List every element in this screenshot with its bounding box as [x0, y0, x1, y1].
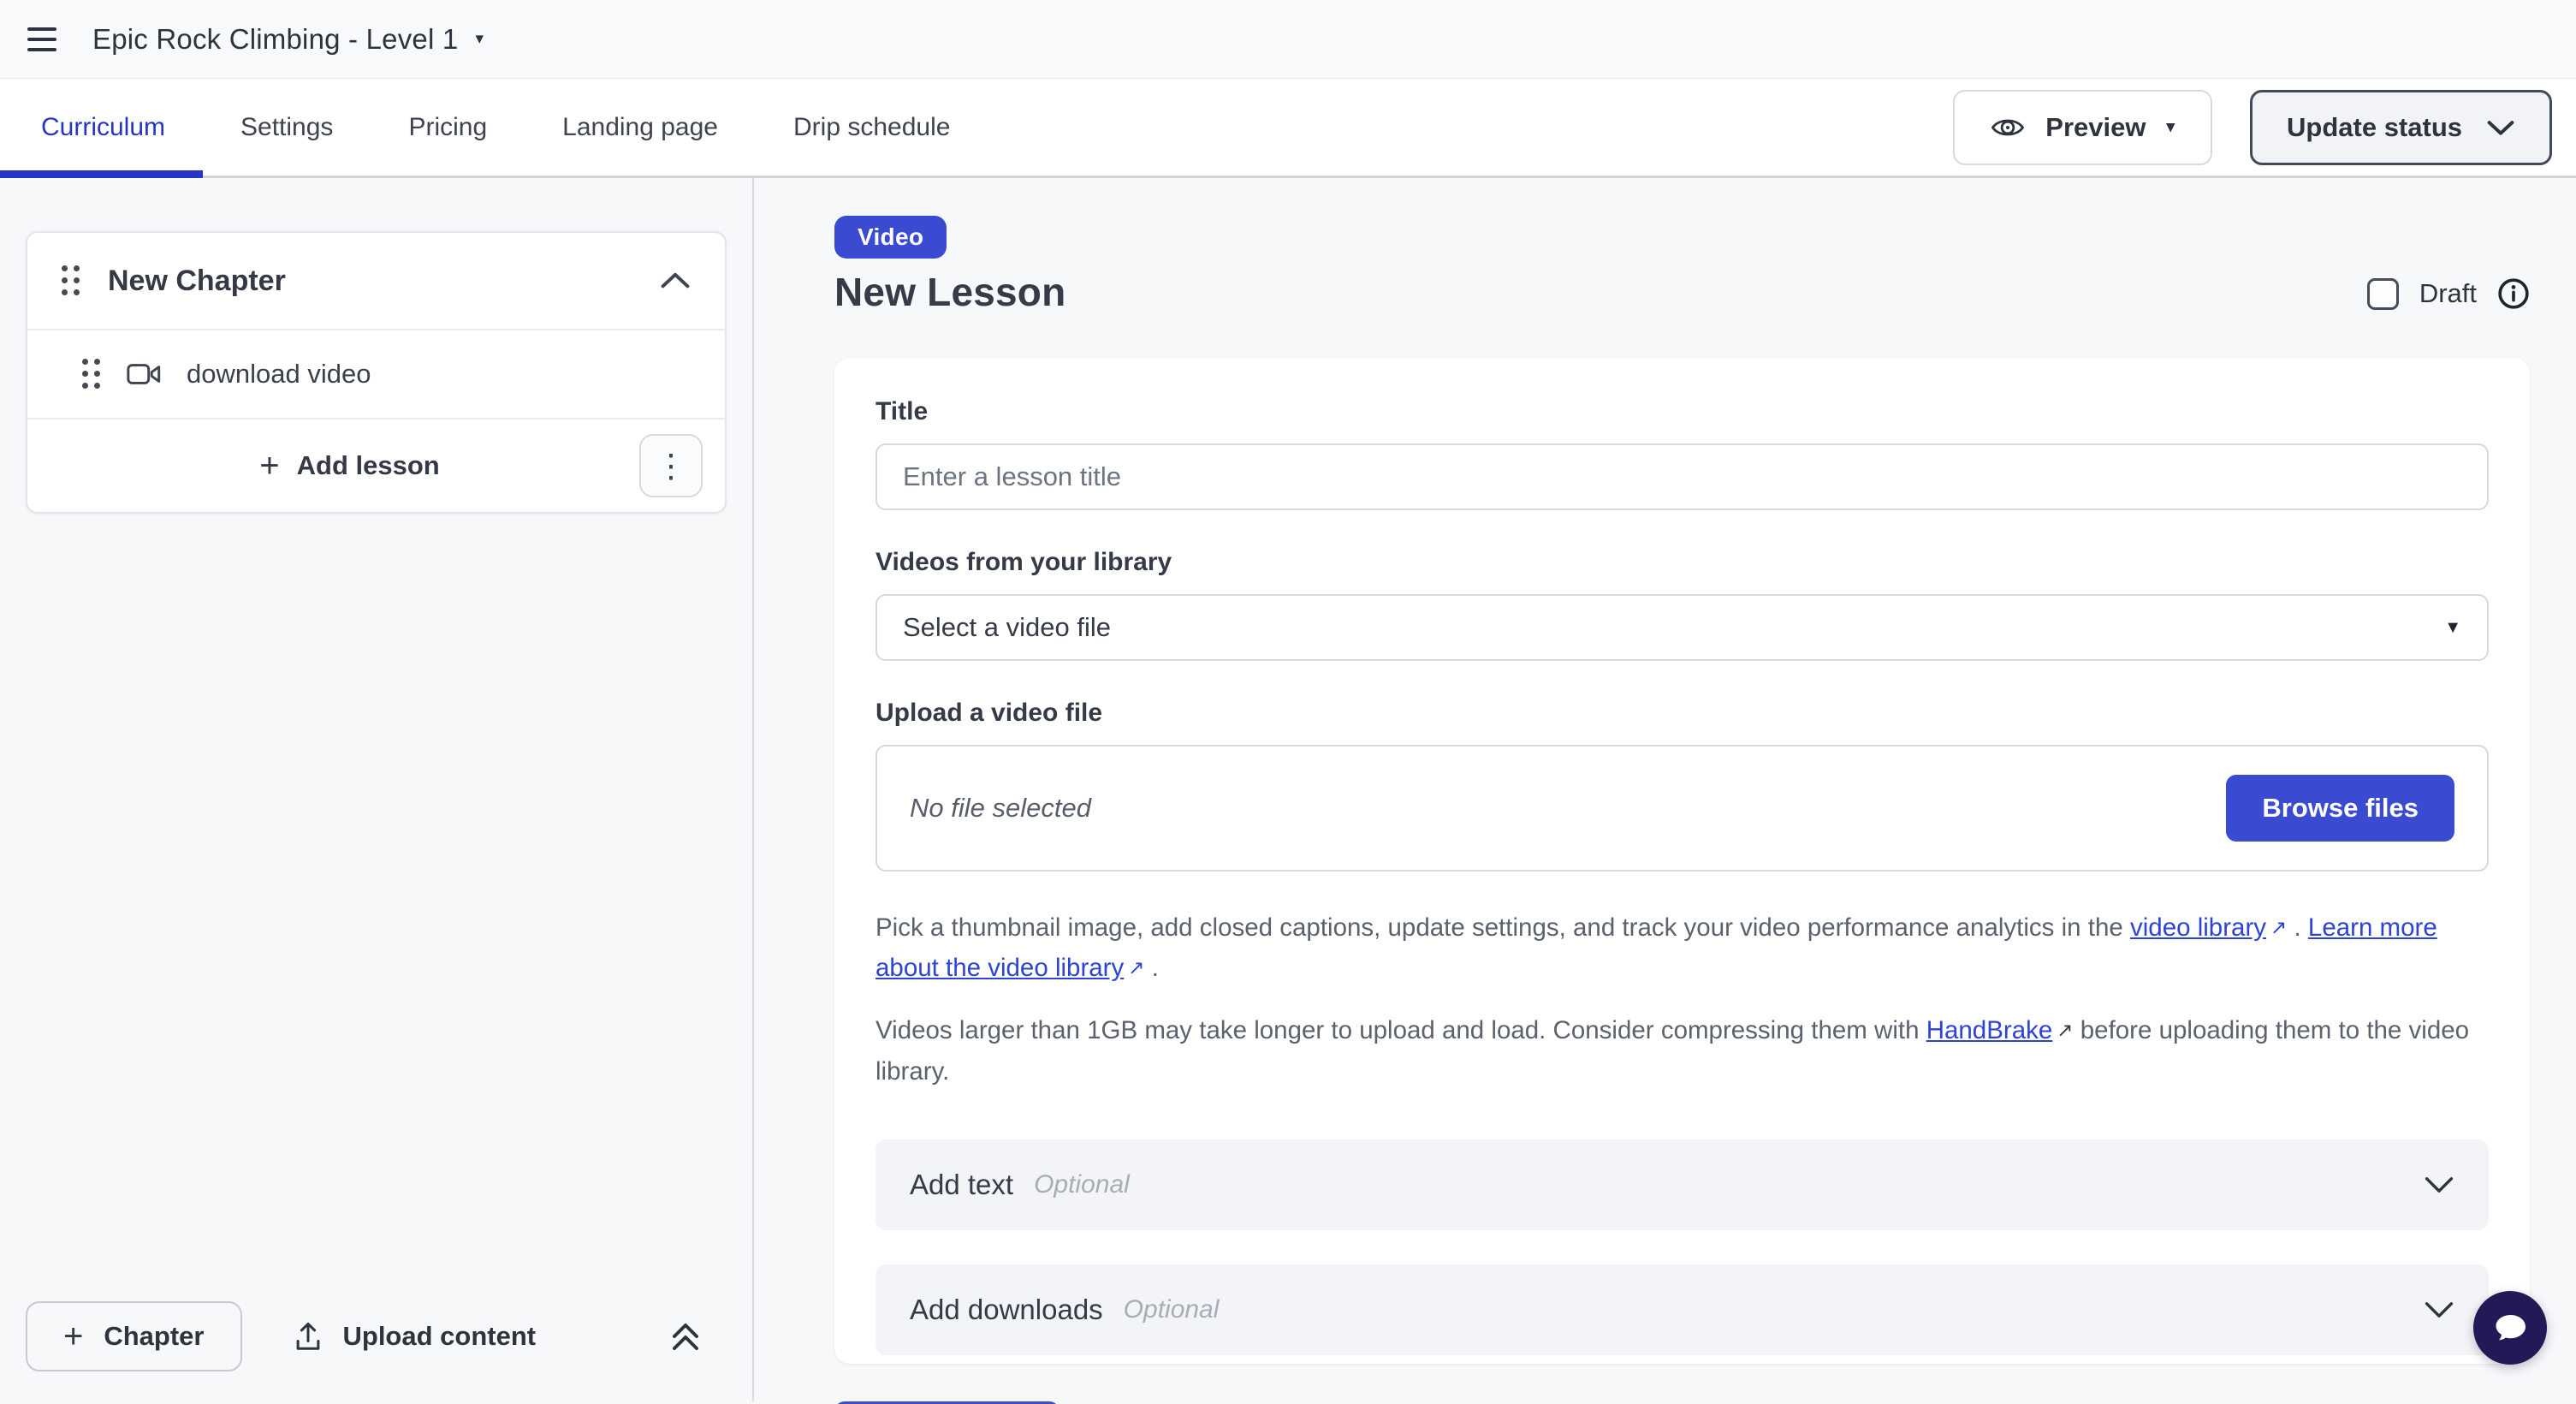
plus-icon: +	[63, 1319, 83, 1353]
draft-checkbox[interactable]	[2367, 278, 2399, 310]
video-library-selected-value: Select a video file	[903, 612, 1111, 643]
external-link-icon: ↗	[2270, 912, 2287, 943]
upload-content-button[interactable]: Upload content	[292, 1319, 537, 1353]
update-status-button[interactable]: Update status	[2250, 90, 2552, 165]
video-library-label: Videos from your library	[875, 548, 2489, 577]
content: New Chapter download video +	[0, 178, 2576, 1401]
curriculum-sidebar: New Chapter download video +	[0, 178, 754, 1401]
title-label: Title	[875, 397, 2489, 426]
tab-drip-schedule[interactable]: Drip schedule	[756, 79, 988, 176]
add-text-label: Add text	[910, 1169, 1013, 1201]
preview-button[interactable]: Preview ▾	[1953, 90, 2212, 165]
video-library-select[interactable]: Select a video file ▼	[875, 594, 2489, 661]
tabbar: Curriculum Settings Pricing Landing page…	[0, 79, 2576, 178]
double-chevron-up-icon	[668, 1318, 703, 1354]
tab-pricing[interactable]: Pricing	[371, 79, 525, 176]
drag-handle-icon[interactable]	[82, 359, 101, 390]
compression-help-text: Videos larger than 1GB may take longer t…	[875, 1010, 2489, 1091]
add-downloads-label: Add downloads	[910, 1294, 1103, 1326]
handbrake-link[interactable]: HandBrake	[1926, 1016, 2053, 1044]
no-file-text: No file selected	[910, 793, 1091, 824]
upload-icon	[292, 1319, 324, 1353]
add-lesson-row: + Add lesson ⋮	[27, 419, 725, 512]
course-title: Epic Rock Climbing - Level 1	[92, 23, 458, 56]
chat-widget-button[interactable]	[2473, 1291, 2547, 1365]
chevron-down-icon	[2424, 1300, 2454, 1319]
external-link-icon: ↗	[1128, 952, 1144, 984]
title-field-group: Title	[875, 397, 2489, 510]
tab-curriculum[interactable]: Curriculum	[0, 79, 203, 176]
plus-icon: +	[259, 449, 279, 483]
file-dropzone[interactable]: No file selected Browse files	[875, 745, 2489, 872]
tab-settings[interactable]: Settings	[203, 79, 371, 176]
header-actions: Preview ▾ Update status	[1953, 90, 2552, 165]
browse-files-button[interactable]: Browse files	[2226, 775, 2454, 842]
lesson-type-badge: Video	[834, 216, 947, 259]
page-title: New Lesson	[834, 269, 1065, 315]
upload-field-group: Upload a video file No file selected Bro…	[875, 699, 2489, 872]
optional-label: Optional	[1034, 1170, 1130, 1199]
video-camera-icon	[127, 362, 161, 386]
topbar: Epic Rock Climbing - Level 1 ▾	[0, 0, 2576, 79]
upload-label: Upload a video file	[875, 699, 2489, 728]
add-text-accordion[interactable]: Add text Optional	[875, 1139, 2489, 1230]
lesson-title-row: New Lesson Draft	[834, 269, 2530, 315]
external-link-icon: ↗	[2057, 1014, 2073, 1046]
chat-bubble-icon	[2490, 1308, 2530, 1347]
chapter-header[interactable]: New Chapter	[27, 233, 725, 329]
chevron-down-icon	[2424, 1175, 2454, 1194]
lesson-form-card: Title Videos from your library Select a …	[834, 358, 2530, 1364]
add-lesson-button[interactable]: + Add lesson	[60, 449, 639, 483]
eye-icon	[1991, 115, 2025, 140]
video-library-help-text: Pick a thumbnail image, add closed capti…	[875, 907, 2489, 988]
chevron-up-icon[interactable]	[660, 271, 691, 290]
caret-down-icon: ▾	[2166, 119, 2175, 135]
collapse-all-button[interactable]	[668, 1318, 703, 1354]
chapter-title: New Chapter	[108, 265, 632, 298]
kebab-icon: ⋮	[655, 447, 687, 485]
video-library-field-group: Videos from your library Select a video …	[875, 548, 2489, 661]
chapter-more-options-button[interactable]: ⋮	[639, 434, 703, 497]
lesson-row[interactable]: download video	[27, 330, 725, 418]
draft-label: Draft	[2419, 278, 2477, 309]
course-title-dropdown[interactable]: Epic Rock Climbing - Level 1 ▾	[92, 23, 484, 56]
video-library-link[interactable]: video library↗	[2130, 913, 2287, 942]
tab-landing-page[interactable]: Landing page	[525, 79, 756, 176]
lesson-title: download video	[187, 359, 371, 390]
chapter-card: New Chapter download video +	[26, 231, 727, 514]
hamburger-menu-icon[interactable]	[27, 27, 56, 51]
course-tabs: Curriculum Settings Pricing Landing page…	[0, 79, 988, 176]
add-downloads-accordion[interactable]: Add downloads Optional	[875, 1264, 2489, 1355]
lesson-editor: Video New Lesson Draft Title Videos from…	[754, 178, 2576, 1401]
caret-down-icon: ▾	[475, 31, 484, 47]
drag-handle-icon[interactable]	[62, 265, 80, 296]
select-caret-icon: ▼	[2444, 618, 2461, 638]
draft-toggle-group: Draft	[2367, 277, 2530, 310]
lesson-title-input[interactable]	[875, 443, 2489, 510]
sidebar-footer: + Chapter Upload content	[0, 1271, 752, 1401]
info-icon[interactable]	[2497, 277, 2530, 310]
chevron-down-icon	[2486, 119, 2515, 136]
add-chapter-button[interactable]: + Chapter	[26, 1301, 242, 1371]
optional-label: Optional	[1124, 1295, 1220, 1324]
